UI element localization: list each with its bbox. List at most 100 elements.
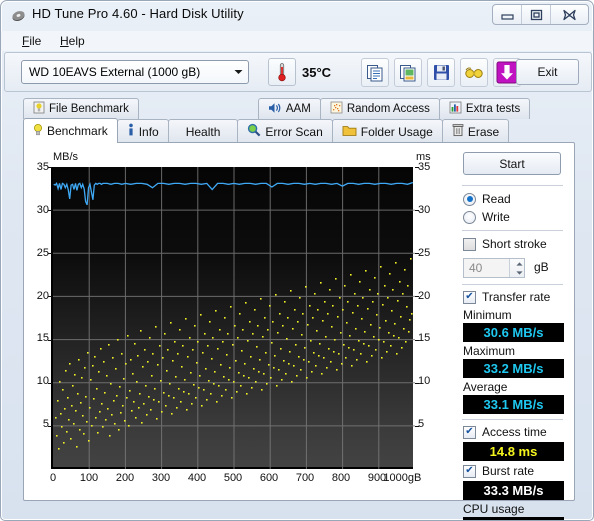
checkbox-transfer-rate-indicator: ✔ <box>463 290 476 304</box>
bulb-document-icon <box>33 101 45 117</box>
short-stroke-size-input[interactable]: 40 <box>463 258 525 278</box>
chart-ytick-right-25: 25 <box>418 246 431 259</box>
drive-select[interactable]: WD 10EAVS External (1000 gB) <box>21 60 249 84</box>
chart-xtick-1000: 1000gB <box>383 472 422 484</box>
checkbox-short-stroke-indicator <box>463 237 476 251</box>
goggles-icon[interactable] <box>460 58 488 87</box>
chart-xtick-800: 800 <box>331 472 351 484</box>
checkbox-access-time[interactable]: ✔ Access time <box>463 425 547 439</box>
copy-icon[interactable] <box>361 58 389 87</box>
radio-read-label: Read <box>482 192 511 206</box>
tab-benchmark[interactable]: Benchmark <box>23 118 118 143</box>
checkbox-transfer-rate[interactable]: ✔ Transfer rate <box>463 290 550 304</box>
minimum-label: Minimum <box>463 308 512 322</box>
tab-erase[interactable]: Erase <box>441 119 510 143</box>
chart-xtick-500: 500 <box>223 472 243 484</box>
chart-tick <box>48 296 52 297</box>
exit-button[interactable]: Exit <box>516 59 579 85</box>
chart-tick <box>415 340 419 341</box>
window-controls <box>492 4 589 25</box>
tab-extra-tests[interactable]: Extra tests <box>438 98 531 119</box>
divider <box>462 185 563 186</box>
temperature-value: 35°C <box>302 64 332 80</box>
cpu-usage-label: CPU usage <box>463 502 525 516</box>
chart-xtick-300: 300 <box>151 472 171 484</box>
checkbox-burst-rate[interactable]: ✔ Burst rate <box>463 464 534 478</box>
radio-write[interactable]: Write <box>463 210 510 224</box>
tab-bar-bottom: Benchmark Info Health Error Scan Folder … <box>23 118 510 143</box>
chart-ytick-right-20: 20 <box>418 289 431 302</box>
average-value: 33.1 MB/s <box>483 397 544 412</box>
tab-erase-label: Erase <box>467 124 500 139</box>
minimize-icon[interactable] <box>493 5 522 24</box>
menu-bar: File Help <box>1 31 593 51</box>
tab-health[interactable]: Health <box>167 119 239 143</box>
folder-icon <box>342 124 357 140</box>
start-button[interactable]: Start <box>463 152 561 175</box>
tab-error-scan-label: Error Scan <box>265 124 323 139</box>
chart-tick <box>48 426 52 427</box>
radio-read[interactable]: Read <box>463 192 511 206</box>
thermometer-icon[interactable] <box>268 58 296 86</box>
tab-error-scan[interactable]: Error Scan <box>237 119 333 143</box>
tab-random-access[interactable]: Random Access <box>319 98 440 119</box>
maximum-value: 33.2 MB/s <box>483 361 544 376</box>
benchmark-controls: Start Read Write Short stroke 40 gB ✔ Tr… <box>454 145 574 520</box>
info-icon <box>127 123 135 140</box>
short-stroke-size-value: 40 <box>469 261 483 275</box>
chart-tick <box>415 210 419 211</box>
tab-info[interactable]: Info <box>116 119 169 143</box>
hdtune-disk-icon <box>11 8 27 24</box>
temperature-group: 35°C <box>268 58 331 86</box>
spinner-arrows[interactable] <box>509 259 524 277</box>
chart-tick <box>415 253 419 254</box>
chart-tick <box>48 167 52 168</box>
checkbox-burst-rate-indicator: ✔ <box>463 464 476 478</box>
chart-svg <box>53 167 415 469</box>
bulb-icon <box>33 123 43 140</box>
copy-image-icon[interactable] <box>394 58 422 87</box>
bar-chart-icon <box>449 101 462 117</box>
cpu-usage-value-box: 3.0% <box>463 517 564 520</box>
menu-item-file[interactable]: File <box>15 33 48 50</box>
scatter-icon <box>330 101 343 117</box>
burst-rate-value: 33.3 MB/s <box>483 483 544 498</box>
window-title: HD Tune Pro 4.60 - Hard Disk Utility <box>32 6 244 21</box>
checkbox-short-stroke[interactable]: Short stroke <box>463 237 547 251</box>
chart-tick <box>415 167 419 168</box>
tab-benchmark-label: Benchmark <box>47 124 108 138</box>
title-bar: HD Tune Pro 4.60 - Hard Disk Utility <box>1 1 593 31</box>
checkbox-burst-rate-label: Burst rate <box>482 464 535 478</box>
divider <box>462 284 563 285</box>
benchmark-chart: MB/s ms 35 30 25 20 15 10 5 35 30 25 20 … <box>26 146 451 496</box>
chart-xtick-200: 200 <box>115 472 135 484</box>
chart-xtick-400: 400 <box>187 472 207 484</box>
maximize-icon[interactable] <box>522 5 551 24</box>
save-icon[interactable] <box>427 58 455 87</box>
radio-read-indicator <box>463 192 476 206</box>
checkbox-access-time-indicator: ✔ <box>463 425 476 439</box>
tab-folder-usage[interactable]: Folder Usage <box>331 119 443 143</box>
tab-file-benchmark-label: File Benchmark <box>49 103 129 115</box>
magnifier-icon <box>247 123 261 140</box>
maximum-label: Maximum <box>463 344 516 358</box>
exit-button-label: Exit <box>537 65 558 79</box>
access-time-value: 14.8 ms <box>489 444 538 459</box>
chevron-down-icon <box>516 270 523 275</box>
chart-tick <box>415 426 419 427</box>
minimum-value: 30.6 MB/s <box>483 325 544 340</box>
chart-tick <box>48 253 52 254</box>
close-icon[interactable] <box>551 5 588 24</box>
toolbar-buttons <box>361 58 521 87</box>
chart-xtick-600: 600 <box>259 472 279 484</box>
tab-aam[interactable]: AAM <box>257 98 321 119</box>
tab-file-benchmark[interactable]: File Benchmark <box>23 98 139 119</box>
minimum-value-box: 30.6 MB/s <box>463 323 564 342</box>
menu-item-help[interactable]: Help <box>53 33 92 50</box>
chart-ytick-right-35: 35 <box>418 161 431 173</box>
tab-aam-label: AAM <box>285 103 311 115</box>
short-stroke-unit-label: gB <box>534 260 549 274</box>
chart-tick <box>48 210 52 211</box>
access-time-value-box: 14.8 ms <box>463 442 564 461</box>
transfer-rate-line <box>53 181 414 206</box>
